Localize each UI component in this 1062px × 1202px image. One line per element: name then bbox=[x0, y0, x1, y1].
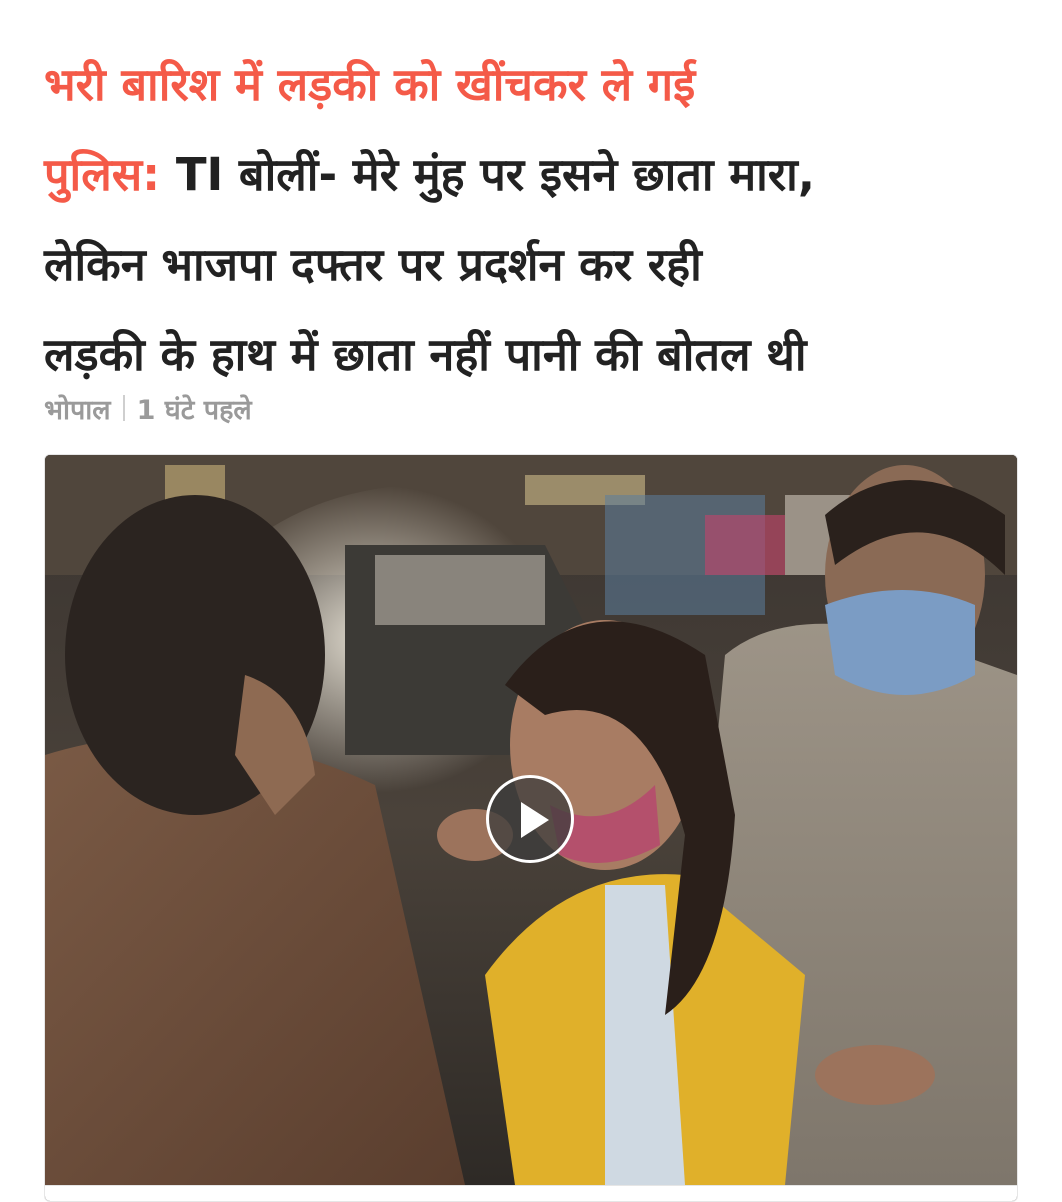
location-label[interactable]: भोपाल bbox=[44, 390, 111, 427]
news-article-card[interactable]: भरी बारिश में लड़की को खींचकर ले गई पुलि… bbox=[0, 0, 1062, 1202]
headline-text-line-3: लेकिन भाजपा दफ्तर पर प्रदर्शन कर रही bbox=[44, 238, 702, 291]
play-icon bbox=[521, 802, 549, 838]
timestamp-label: 1 घंटे पहले bbox=[136, 394, 252, 426]
play-button[interactable] bbox=[486, 775, 574, 863]
headline-highlight-line-1: भरी बारिश में लड़की को खींचकर ले गई bbox=[44, 58, 696, 111]
headline-highlight-line-2: पुलिस: bbox=[44, 148, 161, 201]
headline[interactable]: भरी बारिश में लड़की को खींचकर ले गई पुलि… bbox=[44, 40, 1034, 400]
article-meta: भोपाल 1 घंटे पहले bbox=[44, 388, 252, 428]
headline-text-line-2: TI बोलीं- मेरे मुंह पर इसने छाता मारा, bbox=[175, 148, 815, 201]
meta-divider bbox=[122, 395, 125, 421]
video-thumbnail[interactable] bbox=[44, 454, 1018, 1202]
headline-text-line-4: लड़की के हाथ में छाता नहीं पानी की बोतल … bbox=[44, 328, 807, 381]
media-caption-strip bbox=[45, 1185, 1017, 1201]
